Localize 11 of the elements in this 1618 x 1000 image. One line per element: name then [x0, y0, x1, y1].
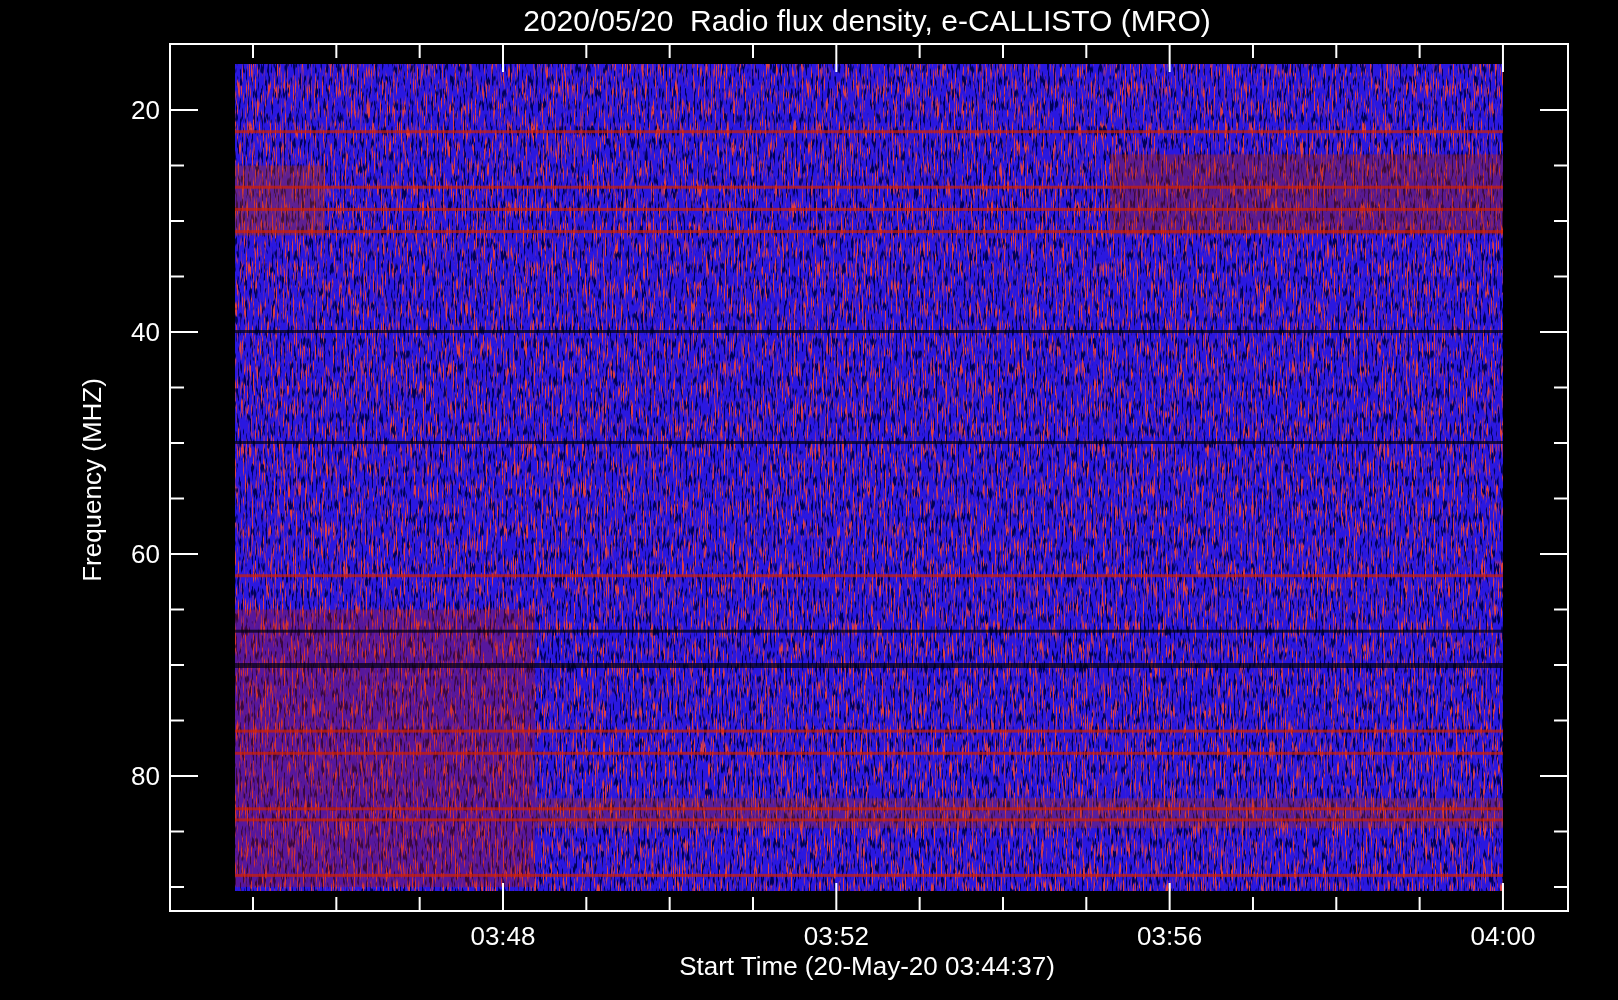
x-tick-label: 03:52 [803, 921, 869, 951]
y-tick-label: 60 [131, 539, 160, 569]
x-tick-label: 04:00 [1470, 921, 1536, 951]
x-axis-label: Start Time (20-May-20 03:44:37) [679, 951, 1055, 981]
x-tick-label: 03:48 [470, 921, 536, 951]
y-tick-label: 20 [131, 95, 160, 125]
chart-title: 2020/05/20 Radio flux density, e-CALLISTO (MRO) [523, 4, 1211, 37]
x-tick-label: 03:56 [1137, 921, 1203, 951]
y-axis-label: Frequency (MHZ) [77, 378, 107, 582]
y-tick-label: 40 [131, 317, 160, 347]
y-tick-label: 80 [131, 761, 160, 791]
